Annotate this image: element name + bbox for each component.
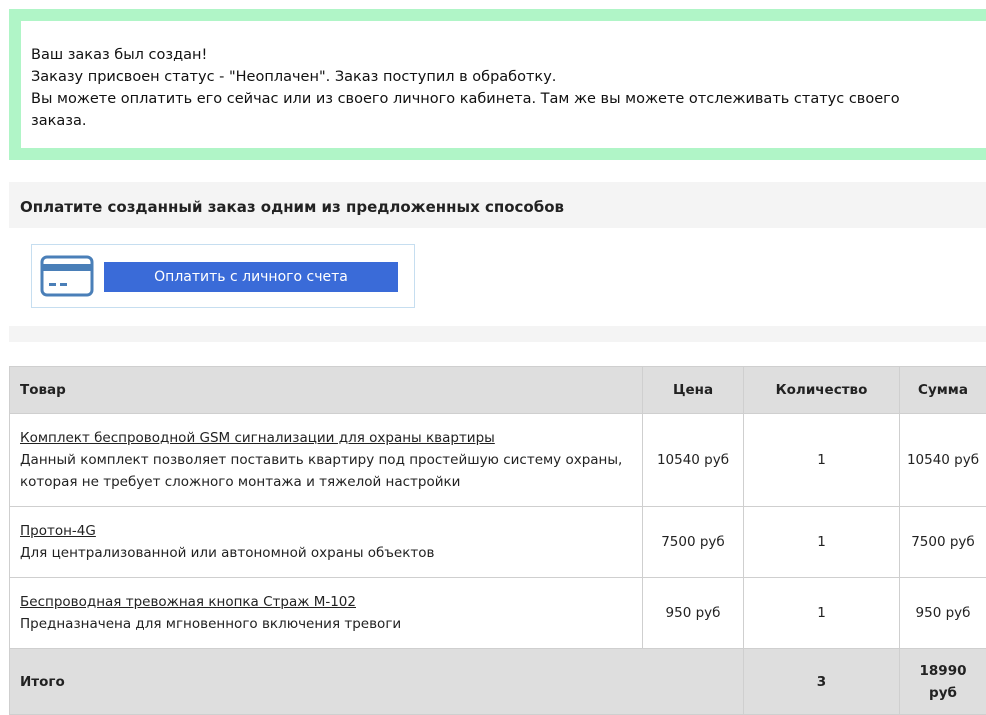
price-cell: 950 руб [643,578,744,649]
product-cell: Комплект беспроводной GSM сигнализации д… [10,414,643,507]
order-created-notice: Ваш заказ был создан! Заказу присвоен ст… [9,9,986,160]
sum-cell: 7500 руб [900,507,986,578]
sum-cell: 950 руб [900,578,986,649]
pay-from-account-button[interactable]: Оплатить с личного счета [104,262,398,292]
total-row: Итого 3 18990 руб [10,649,986,715]
total-quantity: 3 [744,649,900,715]
product-description: Для централизованной или автономной охра… [20,545,434,561]
total-label: Итого [10,649,744,715]
order-items-table: Товар Цена Количество Сумма Комплект бес… [9,366,986,715]
notice-line-created: Ваш заказ был создан! [31,44,986,66]
header-price: Цена [643,367,744,414]
product-link[interactable]: Комплект беспроводной GSM сигнализации д… [20,430,495,446]
product-cell: Протон-4G Для централизованной или автон… [10,507,643,578]
product-link[interactable]: Протон-4G [20,523,96,539]
table-row: Беспроводная тревожная кнопка Страж М-10… [10,578,986,649]
notice-line-status: Заказу присвоен статус - "Неоплачен". За… [31,66,986,88]
notice-message: Ваш заказ был создан! Заказу присвоен ст… [21,21,986,148]
payment-section: Оплатите созданный заказ одним из предло… [9,182,986,342]
notice-line-pay-info: Вы можете оплатить его сейчас или из сво… [31,88,986,110]
header-product: Товар [10,367,643,414]
payment-title: Оплатите созданный заказ одним из предло… [20,198,564,216]
sum-cell: 10540 руб [900,414,986,507]
notice-line-pay-info-end: заказа. [31,110,986,132]
payment-method-account[interactable]: Оплатить с личного счета [31,244,415,308]
product-link[interactable]: Беспроводная тревожная кнопка Страж М-10… [20,594,356,610]
quantity-cell: 1 [744,578,900,649]
header-sum: Сумма [900,367,986,414]
table-row: Протон-4G Для централизованной или автон… [10,507,986,578]
product-cell: Беспроводная тревожная кнопка Страж М-10… [10,578,643,649]
credit-card-icon [40,255,94,297]
table-row: Комплект беспроводной GSM сигнализации д… [10,414,986,507]
quantity-cell: 1 [744,507,900,578]
total-sum-unit: руб [929,685,957,701]
quantity-cell: 1 [744,414,900,507]
total-sum-value: 18990 [920,663,967,679]
payment-methods: Оплатить с личного счета [9,228,986,326]
table-header-row: Товар Цена Количество Сумма [10,367,986,414]
total-sum: 18990 руб [900,649,986,715]
header-quantity: Количество [744,367,900,414]
product-description: Предназначена для мгновенного включения … [20,616,401,632]
price-cell: 10540 руб [643,414,744,507]
product-description: Данный комплект позволяет поставить квар… [20,452,622,490]
price-cell: 7500 руб [643,507,744,578]
